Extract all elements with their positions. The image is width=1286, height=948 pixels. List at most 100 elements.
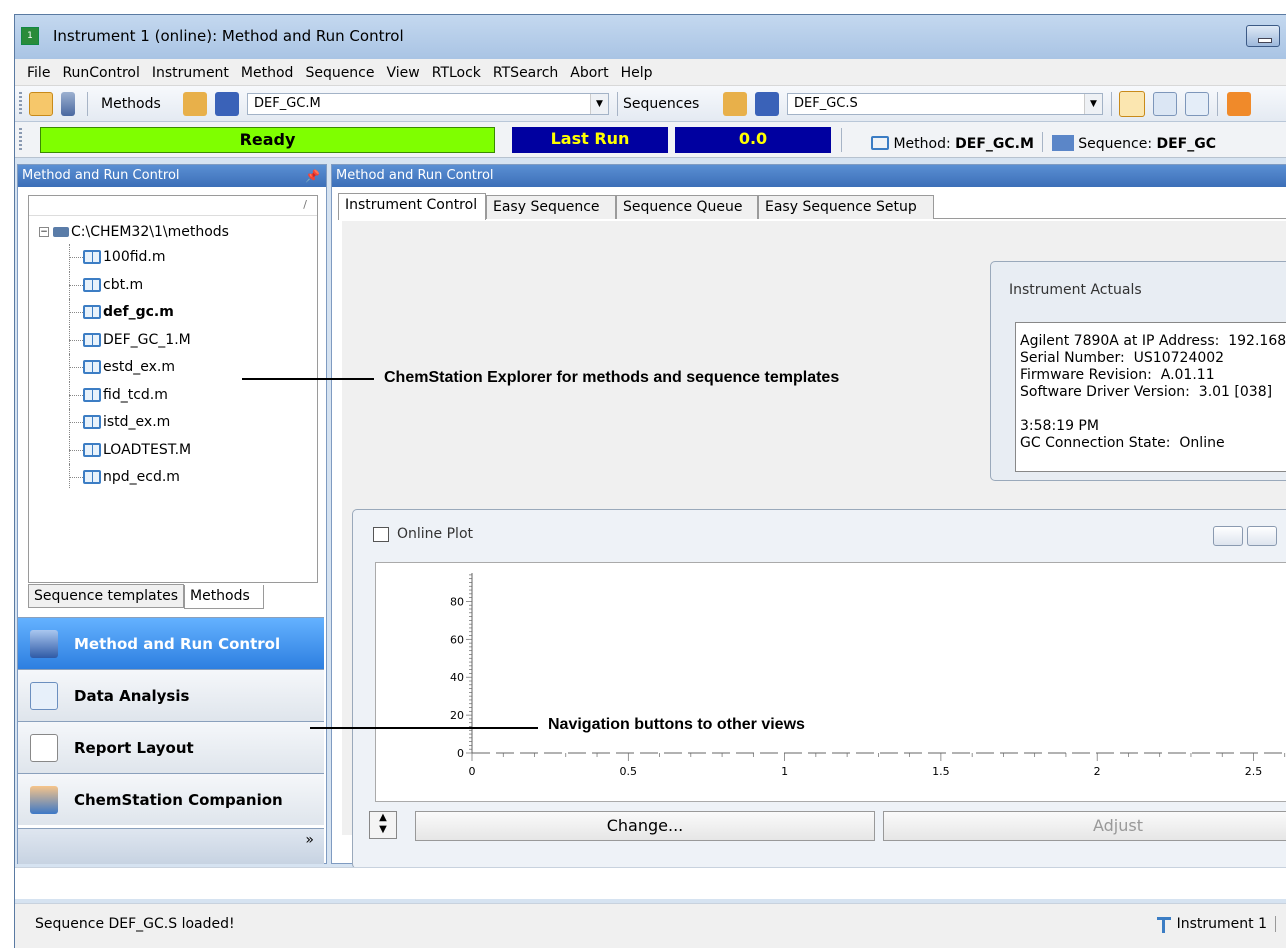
- nav-method-run-control[interactable]: Method and Run Control: [18, 617, 324, 669]
- change-button[interactable]: Change...: [415, 811, 875, 841]
- method-combo[interactable]: DEF_GC.M ▼: [247, 93, 609, 115]
- sample-vial-icon[interactable]: [61, 92, 75, 116]
- minimize-plot-button[interactable]: [1213, 526, 1243, 546]
- tab-instrument-control[interactable]: Instrument Control: [338, 193, 486, 220]
- menu-view[interactable]: View: [381, 59, 426, 87]
- tree-header: /: [29, 196, 317, 216]
- chevron-more-icon[interactable]: »: [305, 833, 314, 847]
- online-plot-window: Online Plot 0 20 40 60 80 0 0.5 1 1.5 2 2.5 ▲ ▼ Cha…: [352, 509, 1286, 869]
- instrument-view-icon[interactable]: [29, 92, 53, 116]
- toolbar-grip[interactable]: [19, 128, 22, 152]
- tab-easy-sequence[interactable]: Easy Sequence: [486, 195, 616, 219]
- y-tick-label: 40: [450, 671, 464, 684]
- tab-easy-sequence-setup[interactable]: Easy Sequence Setup: [758, 195, 934, 219]
- menu-runcontrol[interactable]: RunControl: [56, 59, 145, 87]
- tree-item[interactable]: istd_ex.m: [39, 409, 317, 437]
- y-tick-label: 20: [450, 709, 464, 722]
- nav-report-layout[interactable]: Report Layout: [18, 721, 324, 773]
- tree-root-label: C:\CHEM32\1\methods: [71, 224, 229, 240]
- tab-sequence-queue[interactable]: Sequence Queue: [616, 195, 758, 219]
- tree-root[interactable]: − C:\CHEM32\1\methods: [39, 220, 317, 244]
- menu-file[interactable]: File: [21, 59, 56, 87]
- online-signal-icon[interactable]: [1185, 92, 1209, 116]
- sequence-combo[interactable]: DEF_GC.S ▼: [787, 93, 1103, 115]
- toolbar-grip[interactable]: [19, 92, 22, 116]
- menu-rtlock[interactable]: RTLock: [426, 59, 487, 87]
- nav-data-analysis[interactable]: Data Analysis: [18, 669, 324, 721]
- x-tick-label: 1: [781, 765, 788, 778]
- last-run-value: 0.0: [675, 127, 831, 153]
- adjust-button[interactable]: Adjust: [883, 811, 1286, 841]
- method-book-icon: [83, 470, 101, 484]
- toolbar-separator: [1217, 92, 1218, 116]
- open-method-icon[interactable]: [183, 92, 207, 116]
- x-tick-label: 0: [469, 765, 476, 778]
- instrument-control-content: Instrument Actuals Agilent 7890A at IP A…: [342, 221, 1286, 869]
- right-pane-header: Method and Run Control: [332, 165, 1286, 187]
- tree-item[interactable]: npd_ecd.m: [39, 464, 317, 488]
- method-book-icon: [83, 277, 101, 292]
- navigation-buttons: Method and Run Control Data Analysis Rep…: [18, 613, 326, 865]
- tree-item-label: LOADTEST.M: [103, 441, 192, 458]
- nav-label: Report Layout: [74, 739, 194, 757]
- save-method-icon[interactable]: [215, 92, 239, 116]
- menu-abort[interactable]: Abort: [564, 59, 614, 87]
- sequences-label: Sequences: [623, 96, 700, 112]
- tree-item[interactable]: fid_tcd.m: [39, 381, 317, 410]
- tree-item[interactable]: cbt.m: [39, 271, 317, 300]
- tree-item[interactable]: 100fid.m: [39, 244, 317, 272]
- method-run-icon: [30, 630, 58, 658]
- toolbar-separator: [841, 128, 842, 152]
- tree-item[interactable]: DEF_GC_1.M: [39, 326, 317, 355]
- tree-item-active[interactable]: def_gc.m: [39, 299, 317, 327]
- extra-tool-icon[interactable]: [1227, 92, 1251, 116]
- system-diagram-icon[interactable]: [1153, 92, 1177, 116]
- y-tick-label: 0: [457, 747, 464, 760]
- command-line[interactable]: [15, 867, 1286, 899]
- tree-item-label: def_gc.m: [103, 304, 174, 320]
- tree-item-label: DEF_GC_1.M: [103, 331, 191, 348]
- tree-item-label: npd_ecd.m: [103, 469, 180, 485]
- run-status-bar: Ready Last Run 0.0 Method: DEF_GC.M Sequ…: [15, 122, 1286, 158]
- instrument-actuals-text: Agilent 7890A at IP Address: 192.168. Ser…: [1015, 322, 1286, 472]
- tab-methods[interactable]: Methods: [184, 585, 264, 609]
- nav-label: Method and Run Control: [74, 635, 281, 653]
- nav-label: ChemStation Companion: [74, 791, 283, 809]
- tree-item-label: estd_ex.m: [103, 359, 176, 375]
- nav-more-button[interactable]: »: [18, 828, 324, 864]
- layout-view-icon[interactable]: [1119, 91, 1145, 117]
- online-plot-title: Online Plot: [397, 526, 473, 542]
- actuals-line: Firmware Revision: A.01.11: [1020, 367, 1215, 383]
- info-separator: [1042, 132, 1044, 152]
- x-tick-label: 2: [1094, 765, 1101, 778]
- menu-instrument[interactable]: Instrument: [146, 59, 235, 87]
- sequence-info-label: Sequence:: [1078, 136, 1153, 152]
- dropdown-arrow-icon[interactable]: ▼: [590, 94, 608, 114]
- menu-method[interactable]: Method: [235, 59, 300, 87]
- menu-help[interactable]: Help: [615, 59, 659, 87]
- open-sequence-icon[interactable]: [723, 92, 747, 116]
- x-tick-label: 0.5: [620, 765, 638, 778]
- method-book-icon: [83, 360, 101, 374]
- tab-sequence-templates[interactable]: Sequence templates: [28, 584, 184, 608]
- plot-buttons: ▲ ▼ Change... Adjust: [369, 808, 1286, 842]
- tree-item-label: cbt.m: [103, 276, 144, 293]
- menu-rtsearch[interactable]: RTSearch: [487, 59, 564, 87]
- minimize-button[interactable]: [1246, 25, 1280, 47]
- annotation-leader-nav: [310, 727, 538, 729]
- sequence-info-value: DEF_GC: [1156, 136, 1217, 152]
- maximize-plot-button[interactable]: [1247, 526, 1277, 546]
- tree-item[interactable]: LOADTEST.M: [39, 436, 317, 465]
- dropdown-arrow-icon[interactable]: ▼: [1084, 94, 1102, 114]
- collapse-icon[interactable]: −: [39, 227, 49, 237]
- pin-icon[interactable]: 📌: [305, 165, 320, 187]
- annotation-nav: Navigation buttons to other views: [548, 716, 805, 733]
- toolbar-separator: [617, 92, 618, 116]
- folder-icon: [53, 227, 69, 237]
- menu-sequence[interactable]: Sequence: [299, 59, 380, 87]
- save-sequence-icon[interactable]: [755, 92, 779, 116]
- annotation-leader-explorer: [242, 378, 374, 380]
- tree-item-label: fid_tcd.m: [103, 386, 168, 403]
- nav-chemstation-companion[interactable]: ChemStation Companion: [18, 773, 324, 825]
- plot-spinner[interactable]: ▲ ▼: [369, 811, 397, 839]
